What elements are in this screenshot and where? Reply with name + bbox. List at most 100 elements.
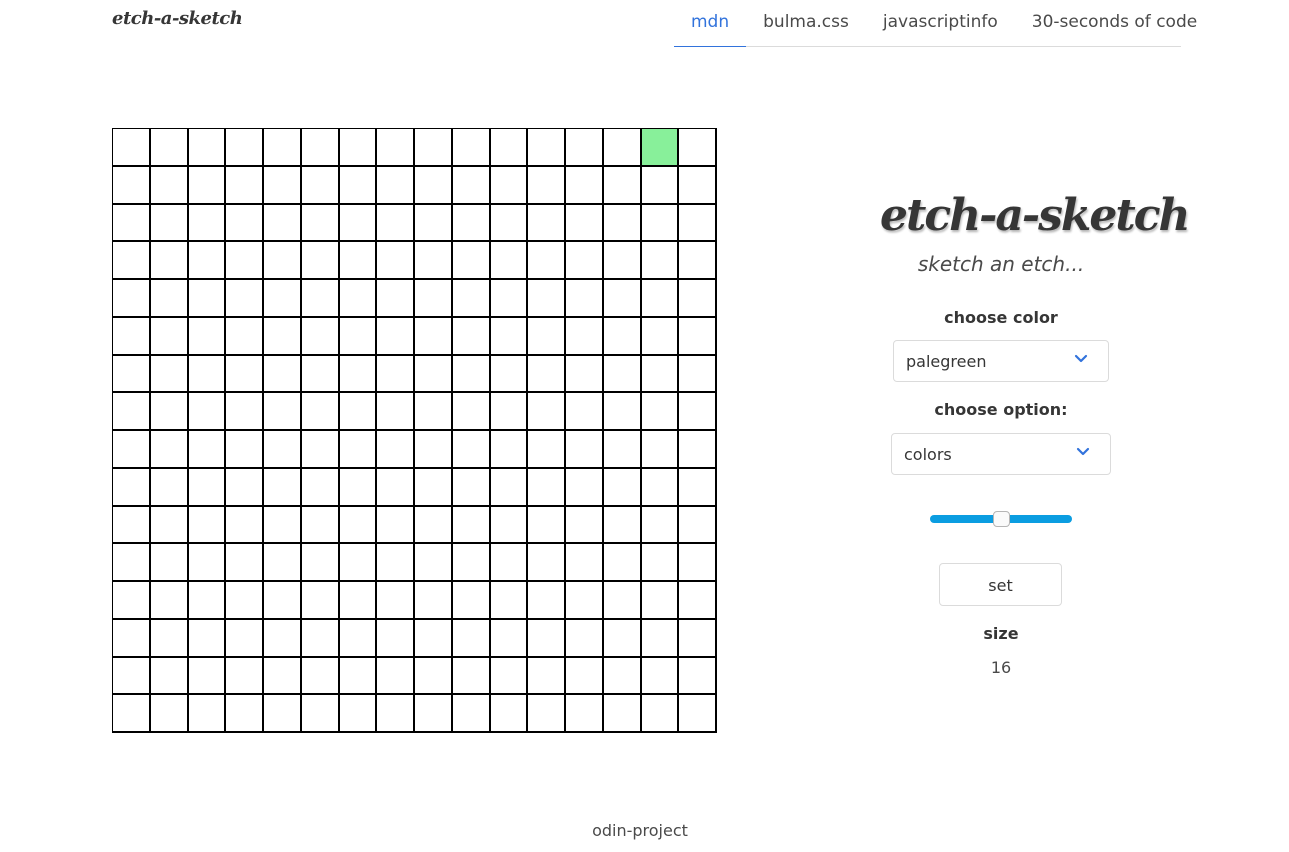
grid-cell[interactable] [641,355,680,394]
grid-cell[interactable] [339,619,378,658]
grid-cell[interactable] [490,544,529,582]
grid-cell[interactable] [679,657,717,696]
grid-cell[interactable] [150,204,189,243]
grid-cell[interactable] [528,544,566,582]
grid-cell[interactable] [264,129,302,167]
grid-cell[interactable] [339,657,378,696]
grid-cell[interactable] [301,280,340,318]
grid-cell[interactable] [339,544,378,582]
grid-cell[interactable] [188,242,227,280]
grid-cell[interactable] [452,544,491,582]
grid-cell[interactable] [603,129,642,167]
grid-cell[interactable] [452,431,491,469]
grid-cell[interactable] [490,619,529,658]
grid-cell[interactable] [603,166,642,205]
grid-cell[interactable] [528,619,566,658]
set-button[interactable]: set [939,563,1062,606]
grid-cell[interactable] [528,431,566,469]
tab-30-seconds-of-code[interactable]: 30-seconds of code [1015,0,1214,47]
grid-cell[interactable] [679,582,717,620]
grid-cell[interactable] [226,166,264,205]
grid-cell[interactable] [113,393,151,431]
grid-cell[interactable] [415,317,453,356]
grid-cell[interactable] [415,506,453,545]
grid-cell[interactable] [150,317,189,356]
grid-cell[interactable] [490,431,529,469]
grid-cell[interactable] [188,280,227,318]
grid-cell[interactable] [452,695,491,733]
grid-cell[interactable] [113,317,151,356]
grid-cell[interactable] [339,582,378,620]
grid-cell[interactable] [490,355,529,394]
grid-cell[interactable] [188,355,227,394]
grid-cell[interactable] [452,166,491,205]
grid-cell[interactable] [566,242,604,280]
grid-cell[interactable] [415,657,453,696]
grid-cell[interactable] [113,431,151,469]
grid-cell[interactable] [377,544,415,582]
grid-cell[interactable] [641,582,680,620]
grid-cell[interactable] [377,280,415,318]
grid-cell[interactable] [452,506,491,545]
slider-thumb[interactable] [993,511,1010,527]
grid-cell[interactable] [452,280,491,318]
grid-cell[interactable] [603,280,642,318]
grid-cell[interactable] [264,657,302,696]
grid-cell[interactable] [679,242,717,280]
grid-cell[interactable] [301,544,340,582]
grid-cell[interactable] [603,544,642,582]
grid-cell[interactable] [528,204,566,243]
grid-cell[interactable] [679,619,717,658]
grid-cell[interactable] [641,317,680,356]
grid-cell[interactable] [679,468,717,507]
grid-cell[interactable] [528,468,566,507]
grid-cell[interactable] [641,468,680,507]
grid-cell[interactable] [490,166,529,205]
grid-cell[interactable] [566,695,604,733]
grid-cell[interactable] [603,695,642,733]
grid-cell[interactable] [566,280,604,318]
grid-cell[interactable] [641,129,680,167]
grid-cell[interactable] [603,619,642,658]
grid-cell[interactable] [150,431,189,469]
grid-cell[interactable] [150,619,189,658]
grid-cell[interactable] [452,129,491,167]
grid-cell[interactable] [150,242,189,280]
grid-cell[interactable] [150,393,189,431]
grid-cell[interactable] [188,431,227,469]
grid-cell[interactable] [113,129,151,167]
grid-cell[interactable] [641,393,680,431]
grid-cell[interactable] [150,129,189,167]
grid-cell[interactable] [603,431,642,469]
grid-cell[interactable] [641,506,680,545]
grid-cell[interactable] [150,657,189,696]
grid-cell[interactable] [226,317,264,356]
grid-cell[interactable] [301,582,340,620]
grid-cell[interactable] [452,355,491,394]
grid-cell[interactable] [264,204,302,243]
grid-cell[interactable] [226,242,264,280]
grid-cell[interactable] [528,657,566,696]
grid-cell[interactable] [188,619,227,658]
grid-cell[interactable] [603,657,642,696]
grid-cell[interactable] [377,204,415,243]
grid-cell[interactable] [150,582,189,620]
grid-cell[interactable] [377,695,415,733]
grid-cell[interactable] [603,393,642,431]
grid-cell[interactable] [339,393,378,431]
tab-mdn[interactable]: mdn [674,0,747,47]
grid-cell[interactable] [679,317,717,356]
grid-cell[interactable] [113,544,151,582]
grid-cell[interactable] [264,431,302,469]
grid-cell[interactable] [528,317,566,356]
grid-cell[interactable] [301,431,340,469]
grid-cell[interactable] [226,619,264,658]
grid-cell[interactable] [641,544,680,582]
grid-cell[interactable] [377,506,415,545]
grid-cell[interactable] [415,129,453,167]
grid-cell[interactable] [679,393,717,431]
grid-cell[interactable] [528,242,566,280]
grid-cell[interactable] [264,582,302,620]
grid-cell[interactable] [452,619,491,658]
grid-cell[interactable] [301,619,340,658]
